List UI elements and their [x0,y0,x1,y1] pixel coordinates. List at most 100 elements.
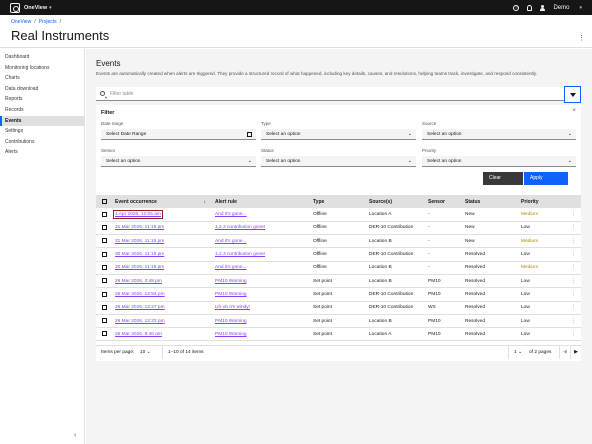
sidebar-item-settings[interactable]: Settings [0,126,84,137]
search-input[interactable]: Filter table [96,87,573,101]
page-select[interactable]: 1 ⌄ [508,346,522,359]
close-icon[interactable]: × [572,108,576,114]
user-menu[interactable]: Demo [553,5,569,11]
type-cell: Offline [313,265,327,271]
row-checkbox[interactable] [96,327,112,342]
event-occurrence-link[interactable]: 26 Mar 2026, 8:40 am [115,332,162,337]
app-logo-icon[interactable] [10,2,20,13]
alert-rule-link[interactable]: 1,2,3 contribution gone! [215,225,265,230]
alert-rule-link[interactable]: And it's gone... [215,265,247,270]
select-all-checkbox[interactable] [96,195,112,208]
row-overflow-menu-icon[interactable]: ⋮ [563,287,581,302]
alert-rule-link[interactable]: And it's gone... [215,212,247,217]
row-overflow-menu-icon[interactable]: ⋮ [563,208,581,222]
sensor-cell: WS [428,305,436,311]
sensor-cell: - [428,252,430,258]
clear-button[interactable]: Clear [483,172,523,185]
table-row[interactable]: 31 Mar 2026, 11:15 pm And it's gone... Off… [96,234,581,249]
row-overflow-menu-icon[interactable]: ⋮ [563,247,581,262]
notifications-icon[interactable] [527,4,533,11]
alert-rule-link[interactable]: PM10 Warning [215,319,247,324]
help-icon[interactable]: ? [513,4,520,11]
row-checkbox[interactable] [96,287,112,302]
event-occurrence-link[interactable]: 30 Mar 2026, 11:15 pm [115,252,164,257]
sensor-select[interactable]: Select an option ⌄ [101,156,256,167]
sidebar-item-contributions[interactable]: Contributions [0,137,84,148]
user-chevron-icon[interactable]: ▾ [579,5,582,11]
table-row[interactable]: 26 Mar 2026, 12:54 pm PM10 Warning Set poi… [96,287,581,302]
apply-button[interactable]: Apply [524,172,568,185]
user-icon[interactable] [540,4,546,11]
event-occurrence-link[interactable]: 1 Apr 2026, 12:05 am [113,209,163,219]
sidebar-item-charts[interactable]: Charts [0,73,84,84]
col-event-occurrence[interactable]: Event occurrence ↓ [112,195,212,208]
table-row[interactable]: 30 Mar 2026, 11:15 pm And it's gone... Off… [96,261,581,275]
row-checkbox[interactable] [96,261,112,275]
table-row[interactable]: 26 Mar 2026, 3:48 pm PM10 Warning Set poin… [96,274,581,289]
event-occurrence-link[interactable]: 26 Mar 2026, 12:23 pm [115,319,165,324]
alert-rule-link[interactable]: PM10 Warning [215,292,247,297]
alert-rule-link[interactable]: PM10 Warning [215,332,247,337]
table-row[interactable]: 26 Mar 2026, 12:27 pm Uh-oh it's windy! Se… [96,301,581,315]
collapse-sidebar-icon[interactable]: ‹ [74,432,76,439]
app-switcher[interactable]: OneView [24,5,47,11]
table-row[interactable]: 26 Mar 2026, 8:40 am PM10 Warning Set poin… [96,327,581,342]
event-occurrence-link[interactable]: 26 Mar 2026, 12:54 pm [115,292,165,297]
event-occurrence-link[interactable]: 26 Mar 2026, 3:48 pm [115,279,162,284]
row-checkbox[interactable] [96,234,112,249]
filter-button[interactable] [564,86,581,103]
chevron-down-icon[interactable]: ▾ [49,5,52,11]
sidebar-item-data-download[interactable]: Data download [0,84,84,95]
table-row[interactable]: 30 Mar 2026, 11:15 pm 1,2,3 contribution … [96,247,581,262]
type-select[interactable]: Select an option ⌄ [261,129,416,140]
col-sensor: Sensor [425,195,462,208]
source-select[interactable]: Select an option ⌄ [422,129,576,140]
alert-rule-link[interactable]: 1,2,3 contribution gone! [215,252,265,257]
row-overflow-menu-icon[interactable]: ⋮ [563,301,581,315]
row-checkbox[interactable] [96,221,112,236]
row-overflow-menu-icon[interactable]: ⋮ [563,234,581,249]
sidebar-item-events[interactable]: Events [0,115,84,127]
row-overflow-menu-icon[interactable]: ⋮ [563,274,581,289]
item-range: 1–10 of 14 items [162,346,203,359]
row-checkbox[interactable] [96,247,112,262]
sidebar-item-dashboard[interactable]: Dashboard [0,52,84,63]
breadcrumb-projects[interactable]: Projects [39,19,57,25]
table-row[interactable]: 26 Mar 2026, 12:23 pm PM10 Warning Set poi… [96,314,581,329]
event-occurrence-link[interactable]: 30 Mar 2026, 11:15 pm [115,265,164,270]
chevron-down-icon: ⌄ [247,158,252,164]
prev-page-icon[interactable]: ◀ [559,346,570,359]
row-checkbox[interactable] [96,208,112,222]
sidebar-item-alerts[interactable]: Alerts [0,147,84,158]
table-row[interactable]: 1 Apr 2026, 12:05 am And it's gone... Offl… [96,208,581,222]
row-checkbox[interactable] [96,274,112,289]
page-size-select[interactable]: 10 ⌄ [140,346,151,359]
row-checkbox[interactable] [96,314,112,329]
sidebar-item-records[interactable]: Records [0,105,84,116]
alert-rule-link[interactable]: And it's gone... [215,239,247,244]
priority-select[interactable]: Select an option ⌄ [422,156,576,167]
date-range-field[interactable]: Select Date Range [101,129,256,140]
sidebar-item-reports[interactable]: Reports [0,94,84,105]
table-row[interactable]: 31 Mar 2026, 11:15 pm 1,2,3 contribution … [96,221,581,236]
status-select[interactable]: Select an option ⌄ [261,156,416,167]
alert-rule-link[interactable]: PM10 Warning [215,279,247,284]
priority-cell: Low [521,252,530,258]
event-occurrence-link[interactable]: 31 Mar 2026, 11:15 pm [115,239,164,244]
next-page-icon[interactable]: ▶ [570,346,581,359]
sidebar-item-monitoring-locations[interactable]: Monitoring locations [0,63,84,74]
alert-rule-link[interactable]: Uh-oh it's windy! [215,305,250,310]
row-overflow-menu-icon[interactable]: ⋮ [563,221,581,236]
chevron-down-icon: ⌄ [567,158,572,164]
event-occurrence-link[interactable]: 26 Mar 2026, 12:27 pm [115,305,165,310]
row-checkbox[interactable] [96,301,112,315]
event-occurrence-link[interactable]: 31 Mar 2026, 11:15 pm [115,225,164,230]
page-overflow-menu-icon[interactable]: ⋮ [578,34,585,42]
breadcrumb-oneview[interactable]: OneView [11,19,31,25]
sort-arrow-icon[interactable]: ↓ [204,199,207,205]
row-overflow-menu-icon[interactable]: ⋮ [563,314,581,329]
row-overflow-menu-icon[interactable]: ⋮ [563,261,581,275]
sensor-cell: PM10 [428,331,441,337]
row-overflow-menu-icon[interactable]: ⋮ [563,327,581,342]
sensor-cell: - [428,238,430,244]
